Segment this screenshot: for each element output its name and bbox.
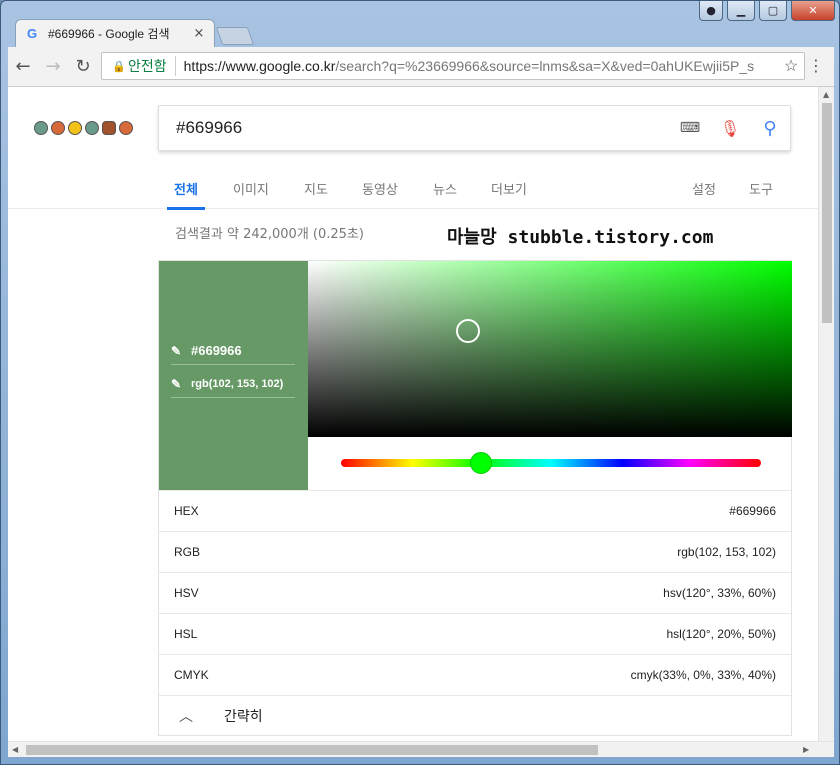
search-tabs: 전체 이미지 지도 동영상 뉴스 더보기 설정 도구 xyxy=(8,179,818,210)
tab-title: #669966 - Google 검색 xyxy=(48,27,170,41)
microphone-icon[interactable]: 🎙 xyxy=(710,119,750,138)
rgb-input[interactable]: rgb(102, 153, 102) xyxy=(191,378,283,390)
title-bar: G #669966 - Google 검색 × ● ▁ ▢ ✕ xyxy=(1,1,839,47)
tab-videos[interactable]: 동영상 xyxy=(362,179,398,208)
row-label: HSV xyxy=(174,586,199,600)
hex-input[interactable]: #669966 xyxy=(191,343,242,358)
horizontal-scrollbar[interactable]: ◀ ▶ xyxy=(8,741,834,757)
color-picker-widget: ✎ #669966 ✎ rgb(102, 153, 102) HEX #66996… xyxy=(158,260,792,736)
color-row-cmyk: CMYK cmyk(33%, 0%, 33%, 40%) xyxy=(159,654,791,695)
row-value: #669966 xyxy=(729,504,776,518)
minimize-button[interactable]: ▁ xyxy=(727,1,755,21)
color-row-hex: HEX #669966 xyxy=(159,490,791,531)
tab-close-icon[interactable]: × xyxy=(192,26,206,41)
tab-maps[interactable]: 지도 xyxy=(304,179,328,208)
color-values-table: HEX #669966 RGB rgb(102, 153, 102) HSV hsv(… xyxy=(159,490,791,736)
url-path: /search?q=%23669966&source=lnms&sa=X&ved… xyxy=(335,58,755,74)
row-label: HSL xyxy=(174,627,198,641)
row-label: RGB xyxy=(174,545,201,559)
reload-icon[interactable]: ↻ xyxy=(68,52,98,82)
search-box[interactable]: #669966 ⌨ 🎙 ⚲ xyxy=(158,105,791,151)
browser-menu-icon[interactable]: ⋮ xyxy=(808,56,824,75)
secure-label: 안전함 xyxy=(128,56,176,76)
tab-all[interactable]: 전체 xyxy=(167,179,205,210)
close-window-button[interactable]: ✕ xyxy=(791,1,835,21)
color-row-hsv: HSV hsv(120°, 33%, 60%) xyxy=(159,572,791,613)
google-favicon-icon: G xyxy=(26,25,38,41)
color-swatch: ✎ #669966 ✎ rgb(102, 153, 102) xyxy=(159,261,308,490)
search-input[interactable]: #669966 xyxy=(159,118,670,138)
keyboard-icon[interactable]: ⌨ xyxy=(670,120,710,136)
pencil-icon: ✎ xyxy=(171,376,182,391)
browser-tab[interactable]: G #669966 - Google 검색 × xyxy=(15,19,215,47)
collapse-button[interactable]: ︿ 간략히 xyxy=(159,695,791,736)
browser-window: G #669966 - Google 검색 × ● ▁ ▢ ✕ ← → ↻ 🔒 … xyxy=(0,0,840,765)
color-row-hsl: HSL hsl(120°, 20%, 50%) xyxy=(159,613,791,654)
row-value: hsl(120°, 20%, 50%) xyxy=(666,627,776,641)
vertical-scroll-thumb[interactable] xyxy=(822,103,832,323)
horizontal-scroll-thumb[interactable] xyxy=(26,745,598,755)
url-host: https://www.google.co.kr xyxy=(183,58,336,74)
browser-toolbar: ← → ↻ 🔒 안전함 https://www.google.co.kr/sea… xyxy=(8,47,834,87)
saturation-value-area[interactable] xyxy=(308,261,792,437)
vertical-scrollbar[interactable]: ▲ xyxy=(818,87,834,741)
forward-arrow-icon[interactable]: → xyxy=(38,52,68,82)
doodle-circle xyxy=(85,121,99,135)
page-content: #669966 ⌨ 🎙 ⚲ 전체 이미지 지도 동영상 뉴스 더보기 설정 도구… xyxy=(8,87,818,741)
hex-input-row[interactable]: ✎ #669966 xyxy=(171,337,295,365)
row-value: cmyk(33%, 0%, 33%, 40%) xyxy=(630,668,776,682)
user-profile-icon[interactable]: ● xyxy=(699,1,723,21)
color-row-rgb: RGB rgb(102, 153, 102) xyxy=(159,531,791,572)
hue-slider-track[interactable] xyxy=(341,459,761,467)
maximize-button[interactable]: ▢ xyxy=(759,1,787,21)
doodle-circle xyxy=(119,121,133,135)
row-value: hsv(120°, 33%, 60%) xyxy=(663,586,776,600)
doodle-circle xyxy=(68,121,82,135)
pencil-icon: ✎ xyxy=(171,343,182,358)
back-arrow-icon[interactable]: ← xyxy=(8,52,38,82)
chevron-up-icon: ︿ xyxy=(179,709,193,725)
doodle-figure xyxy=(102,121,116,135)
result-stats: 검색결과 약 242,000개 (0.25초) xyxy=(175,227,364,242)
doodle-circle xyxy=(51,121,65,135)
scroll-right-arrow-icon[interactable]: ▶ xyxy=(803,745,809,754)
lock-icon: 🔒 xyxy=(112,61,126,73)
tab-tools[interactable]: 도구 xyxy=(749,179,773,208)
search-icon[interactable]: ⚲ xyxy=(750,118,790,139)
scroll-up-arrow-icon[interactable]: ▲ xyxy=(823,90,829,99)
row-label: HEX xyxy=(174,504,199,518)
row-label: CMYK xyxy=(174,668,209,682)
tab-settings[interactable]: 설정 xyxy=(692,179,716,208)
collapse-label: 간략히 xyxy=(224,709,263,725)
tab-images[interactable]: 이미지 xyxy=(233,179,269,208)
tab-news[interactable]: 뉴스 xyxy=(433,179,457,208)
bookmark-star-icon[interactable]: ☆ xyxy=(778,56,804,76)
row-value: rgb(102, 153, 102) xyxy=(677,545,776,559)
address-bar[interactable]: 🔒 안전함 https://www.google.co.kr/search?q=… xyxy=(101,52,805,80)
scroll-left-arrow-icon[interactable]: ◀ xyxy=(12,745,18,754)
watermark-text: 마늘망 stubble.tistory.com xyxy=(447,227,714,248)
new-tab-button[interactable] xyxy=(215,27,255,45)
tab-more[interactable]: 더보기 xyxy=(491,179,527,208)
url-text[interactable]: https://www.google.co.kr/search?q=%23669… xyxy=(184,58,778,74)
doodle-circle xyxy=(34,121,48,135)
google-doodle-logo[interactable] xyxy=(34,121,133,135)
color-selector-handle[interactable] xyxy=(455,319,480,344)
rgb-input-row[interactable]: ✎ rgb(102, 153, 102) xyxy=(171,370,295,398)
hue-slider-handle[interactable] xyxy=(470,452,492,474)
